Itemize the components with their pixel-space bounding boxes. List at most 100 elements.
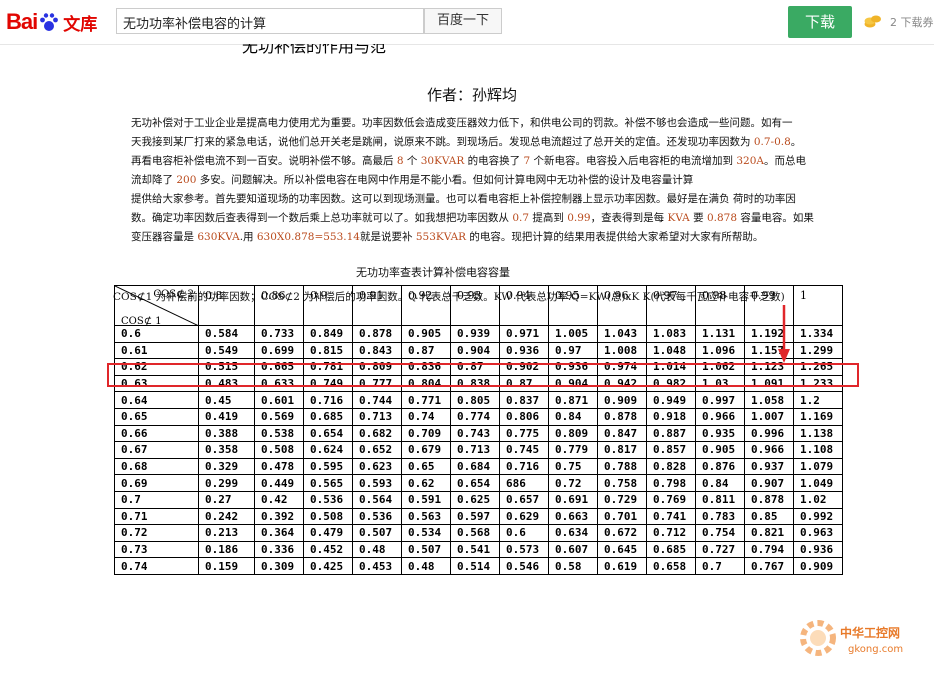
table-cell: 1.131 bbox=[695, 325, 745, 343]
table-cell: 0.329 bbox=[198, 457, 255, 476]
author-line: 作者：孙辉均 bbox=[427, 86, 518, 104]
table-cell: 0.788 bbox=[597, 457, 647, 476]
highlighted-value: 630X0.878=553.14 bbox=[256, 231, 360, 243]
table-cell: 0.909 bbox=[793, 557, 843, 575]
table-row: 0.68 0.329 0.478 0.595 0.623 0.65 0.684 0.716 0.… bbox=[114, 457, 843, 476]
paragraph-line: 天我接到某厂打来的紧急电话，说他们总开关老是跳闸，说原来不跳。到现场后。发现总电… bbox=[131, 133, 889, 152]
table-cell: 0.699 bbox=[254, 341, 304, 360]
paragraph-text: 就是说要补 bbox=[360, 231, 416, 243]
table-cell: 0.479 bbox=[303, 524, 353, 542]
table-row: 0.67 0.358 0.508 0.624 0.652 0.679 0.713 0.745 0… bbox=[114, 441, 843, 459]
table-cell: 0.607 bbox=[548, 540, 598, 559]
table-cell: 686 bbox=[499, 474, 549, 492]
table-cell: 0.682 bbox=[352, 424, 402, 443]
table-header-row: COS⊄ 2 COS⊄ 1 0.8 0.86 0.9 0.91 0.92 0.93 0.94 0.… bbox=[114, 285, 843, 327]
table-row: 0.72 0.213 0.364 0.479 0.507 0.534 0.568 0.6 0.6… bbox=[114, 524, 843, 542]
table-cell: 0.733 bbox=[254, 325, 304, 343]
table-cell: 0.997 bbox=[695, 391, 745, 409]
table-cell: 1.007 bbox=[744, 407, 794, 426]
paragraph-text: 个新电容。电容投入后电容柜的电流增加到 bbox=[530, 155, 737, 167]
table-cell: 0.992 bbox=[793, 507, 843, 526]
column-header: 0.97 bbox=[646, 285, 696, 326]
row-label: 0.74 bbox=[114, 557, 199, 575]
table-cell: 1.058 bbox=[744, 391, 794, 409]
table-cell: 0.843 bbox=[352, 341, 402, 360]
table-cell: 0.712 bbox=[646, 524, 696, 542]
highlighted-value: 630KVA bbox=[197, 231, 240, 243]
paragraph-text: 的电容换了 bbox=[464, 155, 524, 167]
table-cell: 0.573 bbox=[499, 540, 549, 559]
paragraph-text: 多安。问题解决。所以补偿电容在电网中作用是不能小看。但如何计算电网中无功补偿的设… bbox=[196, 174, 694, 186]
download-button[interactable]: 下载 bbox=[788, 6, 852, 38]
table-cell: 0.624 bbox=[303, 441, 353, 459]
table-row: 0.66 0.388 0.538 0.654 0.682 0.709 0.743 0.775 0… bbox=[114, 424, 843, 443]
row-label: 0.65 bbox=[114, 407, 199, 426]
table-row: 0.7 0.27 0.42 0.536 0.564 0.591 0.625 0.657 0.69… bbox=[114, 490, 843, 509]
paragraph-text: 个 bbox=[403, 155, 421, 167]
table-cell: 0.645 bbox=[597, 540, 647, 559]
highlighted-value: 30KVAR bbox=[420, 155, 465, 167]
search-input[interactable]: 无功功率补偿电容的计算 bbox=[116, 8, 424, 34]
column-header: 0.9 bbox=[303, 285, 353, 326]
table-cell: 1.008 bbox=[597, 341, 647, 360]
baidu-wenku-logo[interactable]: Bai 文库 bbox=[6, 8, 97, 36]
paragraph-text: 再看电容柜补偿电流不到一百安。说明补偿不够。高最后 bbox=[131, 155, 397, 167]
table-cell: 0.514 bbox=[450, 557, 500, 575]
table-cell: 0.815 bbox=[303, 341, 353, 360]
table-cell: 0.794 bbox=[744, 540, 794, 559]
paragraph-line: 无功补偿对于工业企业是提高电力使用尤为重要。功率因数低会造成变压器效力低下，和供… bbox=[131, 114, 889, 133]
column-header: 0.96 bbox=[597, 285, 647, 326]
row-label: 0.73 bbox=[114, 540, 199, 559]
table-cell: 0.904 bbox=[450, 341, 500, 360]
paragraph-text: 。 bbox=[790, 136, 802, 148]
column-header: 0.98 bbox=[695, 285, 745, 326]
table-cell: 0.159 bbox=[198, 557, 255, 575]
highlighted-value: 0.878 bbox=[706, 212, 738, 224]
table-cell: 0.507 bbox=[352, 524, 402, 542]
download-coupon-count: 2 下载券 bbox=[890, 16, 934, 29]
table-row: 0.73 0.186 0.336 0.452 0.48 0.507 0.541 0.573 0.… bbox=[114, 540, 843, 559]
table-cell: 0.691 bbox=[548, 490, 598, 509]
highlighted-value: 320A bbox=[736, 155, 764, 167]
watermark-url: gkong.com bbox=[848, 644, 904, 655]
paragraph-text: 。而总电 bbox=[763, 155, 806, 167]
table-cell: 0.811 bbox=[695, 490, 745, 509]
intro-paragraph: 无功补偿对于工业企业是提高电力使用尤为重要。功率因数低会造成变压器效力低下，和供… bbox=[131, 114, 889, 247]
table-cell: 0.593 bbox=[352, 474, 402, 492]
table-cell: 0.634 bbox=[548, 524, 598, 542]
column-header: 0.86 bbox=[254, 285, 304, 326]
table-cell: 0.963 bbox=[793, 524, 843, 542]
table-cell: 0.837 bbox=[499, 391, 549, 409]
search-button[interactable]: 百度一下 bbox=[424, 8, 502, 34]
table-cell: 0.727 bbox=[695, 540, 745, 559]
watermark-name: 中华工控网 bbox=[840, 626, 901, 640]
table-cell: 0.654 bbox=[450, 474, 500, 492]
table-cell: 1.138 bbox=[793, 424, 843, 443]
paragraph-text: .用 bbox=[239, 231, 257, 243]
document-title-cut: 无功补偿的作用与范 bbox=[242, 44, 387, 56]
table-cell: 0.713 bbox=[352, 407, 402, 426]
coin-icon bbox=[864, 15, 881, 28]
table-title: 无功功率查表计算补偿电容容量 bbox=[356, 266, 510, 279]
table-cell: 0.949 bbox=[646, 391, 696, 409]
column-header: 0.95 bbox=[548, 285, 598, 326]
table-cell: 0.541 bbox=[450, 540, 500, 559]
table-cell: 1.108 bbox=[793, 441, 843, 459]
row-label: 0.64 bbox=[114, 391, 199, 409]
table-cell: 0.779 bbox=[548, 441, 598, 459]
table-cell: 0.568 bbox=[450, 524, 500, 542]
table-cell: 0.84 bbox=[548, 407, 598, 426]
table-cell: 0.849 bbox=[303, 325, 353, 343]
table-cell: 0.716 bbox=[303, 391, 353, 409]
paragraph-text: 数。确定功率因数后查表得到一个数后乘上总功率就可以了。如我想把功率因数从 bbox=[131, 212, 513, 224]
table-cell: 0.817 bbox=[597, 441, 647, 459]
table-cell: 0.452 bbox=[303, 540, 353, 559]
table-cell: 0.936 bbox=[499, 341, 549, 360]
table-cell: 0.729 bbox=[597, 490, 647, 509]
table-cell: 0.758 bbox=[597, 474, 647, 492]
table-cell: 1.043 bbox=[597, 325, 647, 343]
paragraph-text: 容量电容。如果 bbox=[737, 212, 814, 224]
table-cell: 0.597 bbox=[450, 507, 500, 526]
table-cell: 0.564 bbox=[352, 490, 402, 509]
table-cell: 0.709 bbox=[401, 424, 451, 443]
